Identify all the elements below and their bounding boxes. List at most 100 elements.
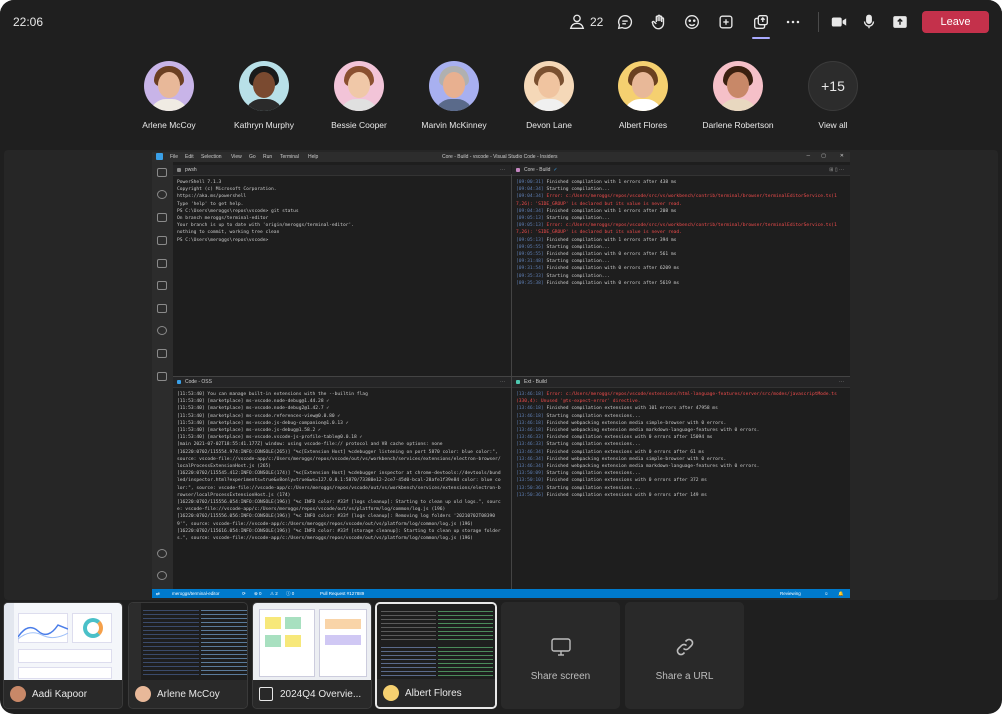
tray-tile-aadi-kapoor[interactable]: Aadi Kapoor	[3, 602, 123, 709]
search-icon[interactable]	[157, 190, 167, 199]
line-text: Error: c:/Users/meroggs/repos/vscode/src…	[516, 223, 837, 236]
line-timestamp: [09:31:48]	[516, 259, 544, 265]
terminal-line: [11:53:40] [marketplace] ms-vscode.vscod…	[177, 435, 363, 441]
settings-gear-icon[interactable]	[157, 571, 167, 580]
menu-run[interactable]: Run	[263, 154, 272, 160]
terminal-tab[interactable]: pwsh ···	[173, 165, 511, 176]
participant-card[interactable]: Arlene McCoy	[121, 61, 217, 130]
explorer-icon[interactable]	[157, 168, 167, 177]
line-timestamp: [09:35:38]	[516, 280, 544, 286]
testing-icon[interactable]	[157, 304, 167, 313]
terminal-tab[interactable]: Ext - Build ···	[512, 377, 850, 388]
share-icon[interactable]	[889, 11, 911, 33]
leave-button[interactable]: Leave	[922, 11, 989, 33]
terminal-pane-ext-build[interactable]: Ext - Build ··· [13:46:18] Error: c:/User…	[512, 377, 850, 589]
terminal-line: [main 2021-07-02T18:55:41.177Z] window: …	[177, 442, 443, 448]
pull-requests-icon[interactable]	[157, 349, 167, 358]
remote-explorer-icon[interactable]	[157, 259, 167, 268]
account-icon[interactable]	[157, 549, 167, 558]
share-url-button[interactable]: Share a URL	[625, 602, 744, 709]
participant-card[interactable]: Albert Flores	[595, 61, 691, 130]
participant-card[interactable]: Bessie Cooper	[311, 61, 407, 130]
terminal-tab[interactable]: Core - Build ✓ ⊞ ▯ ···	[512, 165, 850, 176]
menu-go[interactable]: Go	[249, 154, 256, 160]
more-icon[interactable]: ⊞ ▯ ···	[829, 165, 844, 176]
remote-indicator-icon[interactable]: ⇄	[156, 591, 160, 597]
terminal-title: Core - Build	[524, 167, 551, 173]
terminal-pane-code-oss[interactable]: Code - OSS ··· [11:53:40] You can manage …	[173, 377, 511, 589]
share-screen-button[interactable]: Share screen	[501, 602, 620, 709]
line-text: Finished compilation with 1 errors after…	[543, 237, 677, 243]
whiteboard-thumbnail	[253, 603, 371, 682]
shared-vscode-window: File Edit Selection View Go Run Terminal…	[152, 152, 850, 598]
sync-icon[interactable]: ⟳	[242, 591, 246, 597]
avatar	[713, 61, 763, 111]
participant-count[interactable]: 22	[590, 15, 603, 29]
reviewing-indicator[interactable]: Reviewing	[780, 591, 801, 596]
terminal-tab[interactable]: Code - OSS ···	[173, 377, 511, 388]
more-icon[interactable]: ···	[839, 377, 844, 388]
feedback-icon[interactable]: ☺	[824, 591, 829, 596]
camera-icon[interactable]	[828, 11, 850, 33]
participant-card[interactable]: Marvin McKinney	[406, 61, 502, 130]
tray-tile-arlene-mccoy[interactable]: Arlene McCoy	[128, 602, 248, 709]
terminal-line: [13:46:34] Finished webpacking extension…	[512, 456, 842, 463]
github-icon[interactable]	[157, 326, 167, 335]
avatar	[135, 686, 151, 702]
errors-count[interactable]: ⊗ 0	[254, 591, 262, 597]
source-control-icon[interactable]	[157, 213, 167, 222]
menu-selection[interactable]: Selection	[201, 154, 222, 160]
menu-help[interactable]: Help	[308, 154, 318, 160]
chat-icon[interactable]	[614, 11, 636, 33]
tray-tile-albert-flores[interactable]: Albert Flores	[375, 602, 497, 709]
line-timestamp: [13:46:33]	[516, 442, 544, 448]
menu-terminal[interactable]: Terminal	[280, 154, 299, 160]
terminal-pane-pwsh[interactable]: pwsh ··· PowerShell 7.1.3 Copyright (c) Mi…	[173, 165, 511, 376]
run-debug-icon[interactable]	[157, 236, 167, 245]
people-icon[interactable]	[566, 11, 588, 33]
raise-hand-icon[interactable]	[648, 11, 670, 33]
close-icon[interactable]: ✕	[840, 153, 844, 159]
terminal-line: [13:46:18] Finished compilation extensio…	[512, 405, 842, 412]
participant-card[interactable]: Darlene Robertson	[690, 61, 786, 130]
live-share-icon[interactable]	[157, 372, 167, 381]
minimize-icon[interactable]: ─	[806, 153, 810, 159]
terminal-line: [13:50:09] Starting compilation extensio…	[512, 470, 842, 477]
more-icon[interactable]: ···	[500, 165, 505, 176]
branch-indicator[interactable]: meroggs/terminal-editor	[172, 591, 220, 596]
line-text: Finished webpacking extension media simp…	[543, 456, 727, 462]
avatar	[383, 685, 399, 701]
notifications-icon[interactable]: 🔔	[838, 591, 844, 597]
participant-card[interactable]: Devon Lane	[501, 61, 597, 130]
pull-request-indicator[interactable]: Pull Request #127889	[320, 591, 364, 596]
pane-splitter-vertical[interactable]	[511, 174, 512, 590]
line-text: Finished compilation with 0 errors after…	[543, 280, 680, 286]
pane-splitter-horizontal[interactable]	[173, 376, 850, 377]
reactions-icon[interactable]	[681, 11, 703, 33]
menu-view[interactable]: View	[231, 154, 242, 160]
terminal-pane-core-build[interactable]: Core - Build ✓ ⊞ ▯ ··· [09:00:31] Finished…	[512, 165, 850, 376]
menu-edit[interactable]: Edit	[185, 154, 194, 160]
view-all-link[interactable]: View all	[785, 120, 881, 130]
avatar	[429, 61, 479, 111]
maximize-icon[interactable]: ▢	[821, 153, 826, 159]
monitor-icon	[551, 638, 571, 656]
share-tray-icon[interactable]	[750, 11, 772, 33]
warnings-count[interactable]: ⚠ 2	[270, 591, 278, 597]
overflow-participants[interactable]: +15 View all	[785, 61, 881, 130]
more-icon[interactable]: ···	[500, 377, 505, 388]
more-icon[interactable]	[782, 11, 804, 33]
extensions-icon[interactable]	[157, 281, 167, 290]
mic-icon[interactable]	[858, 11, 880, 33]
participant-card[interactable]: Kathryn Murphy	[216, 61, 312, 130]
line-text: Starting compilation extensions...	[543, 413, 641, 419]
info-count[interactable]: ⓘ 0	[286, 591, 294, 597]
avatar	[618, 61, 668, 111]
tray-tile-2024q4-overview[interactable]: 2024Q4 Overvie...	[252, 602, 372, 709]
line-text: Starting compilation extensions...	[543, 485, 641, 491]
overflow-count[interactable]: +15	[808, 61, 858, 111]
apps-icon[interactable]	[715, 11, 737, 33]
menu-file[interactable]: File	[170, 154, 178, 160]
terminal-line: [13:50:10] Finished compilation extensio…	[512, 477, 842, 484]
line-timestamp: [13:46:18]	[516, 406, 544, 412]
